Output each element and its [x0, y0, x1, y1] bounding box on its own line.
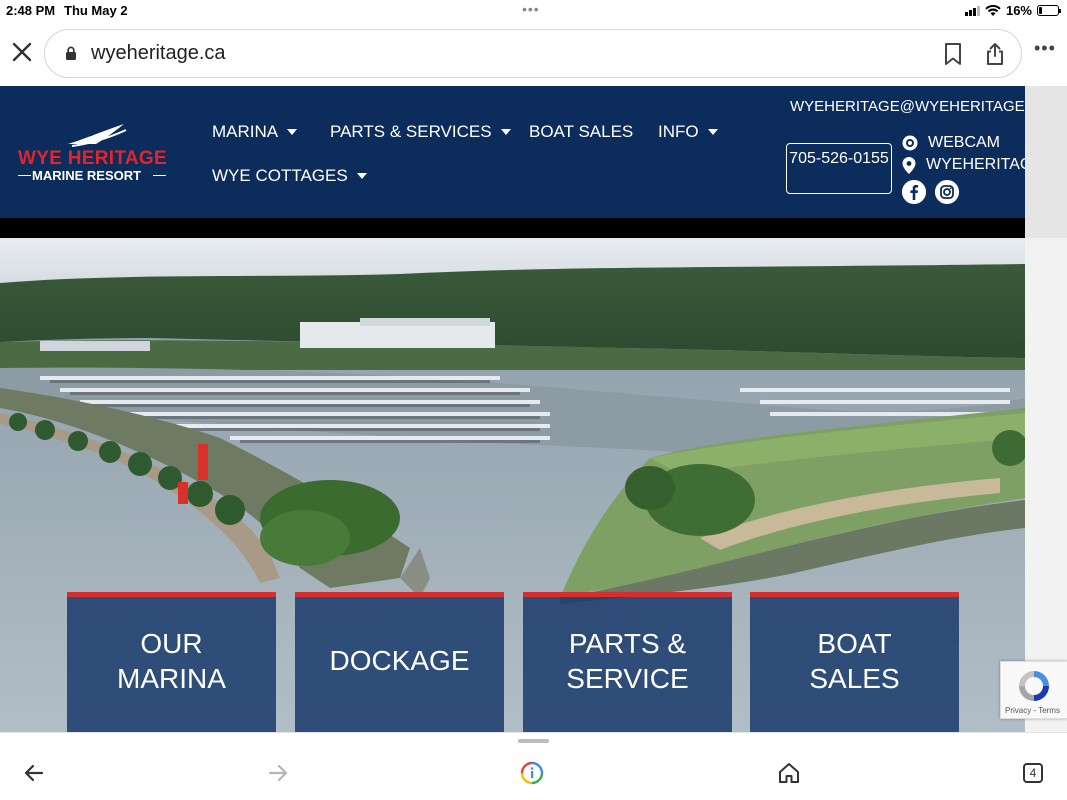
nav-label: BOAT SALES: [529, 122, 634, 141]
caret-down-icon: [707, 129, 718, 135]
location-pin-icon: [902, 156, 916, 174]
url-text[interactable]: wyeheritage.ca: [91, 42, 226, 65]
close-icon[interactable]: [10, 40, 34, 64]
status-bar: 2:48 PM Thu May 2 ••• 16%: [0, 0, 1067, 22]
header-divider-band: [0, 218, 1025, 238]
logo-divider-left: [18, 175, 31, 176]
logo-line2: MARINE RESORT: [32, 168, 142, 183]
recaptcha-privacy-terms[interactable]: Privacy - Terms: [1005, 706, 1060, 715]
page-gutter-top: [1025, 86, 1067, 238]
phone-button[interactable]: 705-526-0155: [786, 143, 892, 194]
location-link[interactable]: WYEHERITAGE: [902, 156, 1043, 174]
browser-toolbar: 4: [0, 732, 1067, 800]
nav-label: MARINA: [212, 122, 279, 141]
status-date: Thu May 2: [64, 3, 128, 18]
tile-boat-sales[interactable]: BOAT SALES: [750, 592, 959, 732]
url-bar[interactable]: wyeheritage.ca: [44, 29, 1022, 78]
screen: 2:48 PM Thu May 2 ••• 16% wyeheritage.ca…: [0, 0, 1067, 800]
recaptcha-badge[interactable]: Privacy - Terms: [1000, 661, 1067, 719]
instagram-icon[interactable]: [935, 180, 959, 204]
tile-our-marina[interactable]: OUR MARINA: [67, 592, 276, 732]
browser-address-area: wyeheritage.ca •••: [0, 22, 1067, 86]
nav-item-marina[interactable]: MARINA: [212, 122, 298, 142]
nav-label: PARTS & SERVICES: [330, 122, 492, 141]
nav-label: INFO: [658, 122, 699, 141]
lock-icon: [66, 46, 76, 60]
share-icon[interactable]: [984, 42, 1006, 66]
back-icon[interactable]: [22, 761, 46, 785]
facebook-icon[interactable]: [902, 180, 926, 204]
tile-label: OUR MARINA: [117, 627, 226, 694]
site-logo[interactable]: WYE HERITAGE MARINE RESORT: [14, 120, 170, 190]
signal-icon: [964, 5, 980, 16]
assistant-icon[interactable]: [520, 761, 544, 785]
nav-item-wye-cottages[interactable]: WYE COTTAGES: [212, 166, 367, 186]
caret-down-icon: [287, 129, 298, 135]
nav-item-parts-services[interactable]: PARTS & SERVICES: [330, 122, 511, 142]
tile-label: PARTS & SERVICE: [566, 627, 689, 694]
caret-down-icon: [356, 173, 367, 179]
webcam-icon: [902, 135, 918, 151]
recaptcha-icon: [1019, 671, 1049, 701]
wifi-icon: [985, 4, 1001, 16]
multitask-dots-icon[interactable]: •••: [522, 1, 540, 17]
boat-logo-icon: [68, 124, 127, 147]
tile-label: DOCKAGE: [329, 645, 470, 676]
site-header: WYE HERITAGE MARINE RESORT MARINA PARTS …: [0, 86, 1050, 218]
battery-fill: [1039, 7, 1042, 14]
nav-item-boat-sales[interactable]: BOAT SALES: [529, 122, 633, 142]
logo-line1: WYE HERITAGE: [18, 148, 167, 169]
forward-icon[interactable]: [266, 761, 290, 785]
status-time: 2:48 PM: [6, 3, 56, 18]
bookmark-icon[interactable]: [942, 42, 964, 66]
email-link[interactable]: WYEHERITAGE@WYEHERITAGE.CA: [790, 98, 1050, 115]
nav-item-info[interactable]: INFO: [658, 122, 718, 142]
logo-divider-right: [153, 175, 166, 176]
tile-dockage[interactable]: DOCKAGE: [295, 592, 504, 732]
webcam-label: WEBCAM: [928, 134, 1000, 151]
tabs-icon[interactable]: 4: [1023, 763, 1043, 783]
more-icon[interactable]: •••: [1034, 38, 1056, 59]
home-icon[interactable]: [777, 761, 801, 785]
status-right: 16%: [964, 3, 1061, 18]
battery-icon: [1037, 5, 1061, 16]
tile-parts-service[interactable]: PARTS & SERVICE: [523, 592, 732, 732]
nav-label: WYE COTTAGES: [212, 166, 348, 185]
caret-down-icon: [500, 129, 511, 135]
webcam-link[interactable]: WEBCAM: [902, 134, 1000, 152]
tile-label: BOAT SALES: [809, 627, 900, 694]
battery-percent: 16%: [1005, 3, 1032, 18]
toolbar-handle[interactable]: [518, 739, 549, 743]
